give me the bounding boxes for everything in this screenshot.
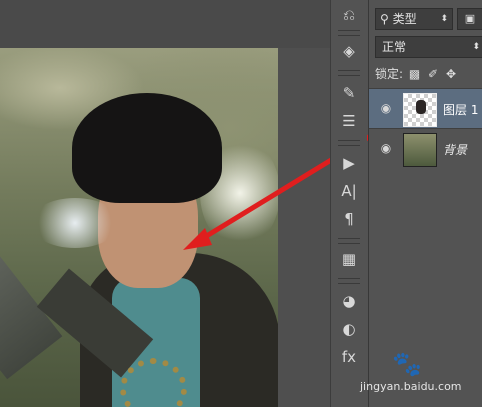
swatches-icon[interactable]: ◕ [335,288,363,314]
panel-toolstrip: ⎌ ◈ ✎ ☰ ▶ A| ¶ ▦ ◕ ◐ fx [330,0,367,407]
lock-row: 锁定: ▩ ✐ ✥ [375,64,482,84]
image-filter-icon[interactable]: ▣ [457,8,482,30]
baidu-paw-icon: 🐾 [392,350,422,378]
fx-icon[interactable]: fx [335,344,363,370]
filter-type-dropdown[interactable]: ⚲ 类型 ⬍ [375,8,453,30]
canvas-top-strip [0,0,330,48]
chevron-down-icon: ⬍ [440,14,448,24]
paragraph-icon[interactable]: ¶ [335,206,363,232]
eye-icon[interactable]: ◉ [379,101,393,115]
layer-thumbnail [403,133,437,167]
lock-transparent-icon[interactable]: ▩ [409,67,420,81]
layer-name: 背景 [443,143,468,157]
baidu-watermark: 🐾 jingyan.baidu.com [360,350,480,405]
document-canvas[interactable] [0,0,330,407]
chevron-down-icon: ⬍ [472,42,480,52]
lock-label: 锁定: [375,67,404,81]
character-icon[interactable]: A| [335,178,363,204]
layer-name: 图层 1 [443,103,479,117]
blend-mode-value: 正常 [382,40,407,54]
canvas-image [0,48,278,407]
eye-icon[interactable]: ◉ [379,141,393,155]
play-icon[interactable]: ▶ [335,150,363,176]
filter-type-label: 类型 [392,12,417,26]
layers-panel: ⚲ 类型 ⬍ ▣ 正常 ⬍ 锁定: ▩ ✐ ✥ ◉ 图层 1 ◉ 背景 [368,0,482,407]
lock-paint-icon[interactable]: ✐ [428,67,438,81]
styles-icon[interactable]: ◐ [335,316,363,342]
layer-row-background[interactable]: ◉ 背景 [369,128,482,169]
layer-thumbnail [403,93,437,127]
history-icon[interactable]: ⎌ [335,2,363,28]
adjustment-brush-icon[interactable]: ✎ [335,80,363,106]
properties-icon[interactable]: ☰ [335,108,363,134]
blend-mode-dropdown[interactable]: 正常 ⬍ [375,36,482,58]
lock-move-icon[interactable]: ✥ [446,67,456,81]
grid-icon[interactable]: ▦ [335,246,363,272]
watermark-url: jingyan.baidu.com [360,380,462,393]
search-icon: ⚲ [380,12,389,26]
layer-row-layer1[interactable]: ◉ 图层 1 [369,88,482,129]
3d-icon[interactable]: ◈ [335,38,363,64]
